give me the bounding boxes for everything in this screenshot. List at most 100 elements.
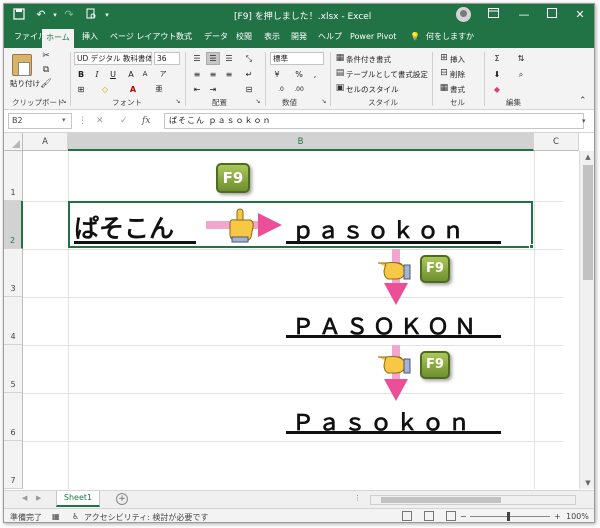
sheet-tab-sheet1[interactable]: Sheet1 — [56, 491, 100, 507]
align-bottom-icon[interactable]: ☰ — [222, 52, 236, 65]
print-preview-icon[interactable] — [84, 8, 98, 22]
zoom-slider[interactable] — [470, 516, 550, 517]
vertical-scroll-thumb[interactable] — [583, 165, 593, 280]
column-header-a[interactable]: A — [23, 133, 68, 151]
save-icon[interactable] — [12, 8, 26, 22]
zoom-level[interactable]: 100% — [566, 512, 589, 521]
currency-icon[interactable]: ¥ — [270, 68, 284, 81]
redo-icon[interactable]: ↷ — [62, 8, 76, 22]
cancel-entry-icon[interactable]: ✕ — [96, 114, 104, 128]
customize-qat-icon[interactable]: ▾ — [100, 8, 114, 22]
wrap-text-icon[interactable]: ↵ — [242, 68, 256, 81]
tab-data[interactable]: データ — [200, 30, 232, 48]
tab-developer[interactable]: 開発 — [287, 30, 311, 48]
decrease-decimal-icon[interactable]: .00 — [292, 83, 306, 96]
tab-insert[interactable]: 挿入 — [78, 30, 102, 48]
horizontal-scroll-thumb[interactable] — [381, 497, 501, 503]
font-launcher-icon[interactable]: ↘ — [172, 96, 184, 108]
tab-page-layout[interactable]: ページ レイアウト — [106, 30, 180, 48]
page-layout-view-icon[interactable] — [424, 511, 434, 521]
align-top-icon[interactable]: ☰ — [190, 52, 204, 65]
row-header-7[interactable]: 7 — [4, 441, 23, 489]
normal-view-icon[interactable] — [402, 511, 412, 521]
find-select-icon[interactable]: ⌕ — [514, 68, 528, 81]
zoom-in-icon[interactable]: + — [554, 512, 561, 521]
tab-help[interactable]: ヘルプ — [314, 30, 346, 48]
row-header-5[interactable]: 5 — [4, 345, 23, 393]
percent-button[interactable]: % — [292, 68, 306, 81]
close-icon[interactable]: ✕ — [572, 7, 588, 23]
scroll-up-icon[interactable]: ▲ — [580, 151, 594, 163]
undo-dropdown-icon[interactable]: ▾ — [48, 8, 62, 22]
align-right-icon[interactable]: ≡ — [222, 68, 236, 81]
font-size-box[interactable]: 36 — [154, 52, 180, 65]
vertical-scrollbar[interactable]: ▲ ▼ — [579, 151, 594, 489]
column-header-b[interactable]: B — [68, 133, 534, 151]
macro-record-icon[interactable]: ▦ — [52, 512, 60, 521]
ribbon-display-options-icon[interactable] — [485, 7, 501, 23]
cell-styles-button[interactable]: セルのスタイル — [346, 84, 399, 95]
tab-power-pivot[interactable]: Power Pivot — [346, 30, 400, 48]
undo-icon[interactable]: ↶ — [34, 8, 48, 22]
tab-view[interactable]: 表示 — [260, 30, 284, 48]
phonetic-guide-icon[interactable]: ア — [156, 68, 170, 81]
increase-decimal-icon[interactable]: .0 — [274, 83, 288, 96]
tab-formulas[interactable]: 数式 — [172, 30, 196, 48]
row-header-3[interactable]: 3 — [4, 249, 23, 297]
comma-button[interactable]: , — [308, 68, 322, 81]
maximize-icon[interactable] — [544, 7, 560, 23]
prev-sheet-icon[interactable]: ◀ — [22, 494, 27, 502]
row-header-2[interactable]: 2 — [4, 201, 23, 249]
alignment-launcher-icon[interactable]: ↘ — [252, 96, 264, 108]
copy-icon[interactable]: ⧉ — [40, 64, 52, 76]
align-left-icon[interactable]: ≡ — [190, 68, 204, 81]
insert-cells-button[interactable]: 挿入 — [450, 54, 465, 65]
delete-cells-button[interactable]: 削除 — [450, 69, 465, 80]
phonetic-settings-icon[interactable]: 亜 — [152, 83, 166, 96]
tab-split-handle-icon[interactable]: ⋮ — [354, 494, 361, 502]
zoom-slider-thumb[interactable] — [507, 512, 510, 521]
column-header-c[interactable]: C — [534, 133, 579, 151]
format-as-table-button[interactable]: テーブルとして書式設定 — [346, 69, 428, 80]
tell-me-search[interactable]: 何をしますか — [422, 30, 478, 48]
row-header-6[interactable]: 6 — [4, 393, 23, 441]
formula-bar-handle-icon[interactable]: ⋮ — [78, 114, 87, 128]
autosum-icon[interactable]: Σ — [490, 52, 504, 65]
align-center-icon[interactable]: ≡ — [206, 68, 220, 81]
minimize-icon[interactable]: — — [516, 7, 532, 23]
insert-function-icon[interactable]: fx — [142, 114, 150, 128]
user-avatar-icon[interactable] — [456, 7, 471, 22]
fill-icon[interactable]: ⬇ — [490, 68, 504, 81]
accessibility-status[interactable]: アクセシビリティ: 検討が必要です — [84, 512, 208, 522]
number-format-box[interactable]: 標準 — [270, 52, 324, 65]
add-sheet-icon[interactable]: + — [116, 493, 128, 505]
fill-color-icon[interactable]: ◇ — [98, 83, 112, 96]
tab-review[interactable]: 校閲 — [232, 30, 256, 48]
clear-icon[interactable]: ◆ — [490, 83, 504, 96]
increase-font-icon[interactable]: A — [124, 68, 138, 81]
format-cells-button[interactable]: 書式 — [450, 84, 465, 95]
paste-icon[interactable] — [12, 54, 32, 76]
conditional-format-button[interactable]: 条件付き書式 — [346, 54, 391, 65]
page-break-view-icon[interactable] — [446, 511, 456, 521]
merge-center-icon[interactable]: ⊟ — [242, 83, 256, 96]
orientation-icon[interactable]: ⤡ — [242, 52, 256, 65]
formula-input[interactable]: ぱそこん ｐａｓｏｋｏｎ — [164, 113, 584, 129]
expand-formula-bar-icon[interactable]: ▾ — [582, 114, 586, 128]
decrease-indent-icon[interactable]: ⇤ — [190, 83, 204, 96]
italic-button[interactable]: I — [90, 68, 104, 81]
name-box-dropdown-icon[interactable]: ▾ — [62, 113, 66, 127]
bold-button[interactable]: B — [74, 68, 88, 81]
row-header-4[interactable]: 4 — [4, 297, 23, 345]
font-name-box[interactable]: UD デジタル 教科書体 — [74, 52, 152, 65]
cut-icon[interactable]: ✂ — [40, 50, 52, 62]
increase-indent-icon[interactable]: ⇥ — [206, 83, 220, 96]
row-header-1[interactable]: 1 — [4, 151, 23, 201]
decrease-font-icon[interactable]: A — [138, 68, 152, 81]
select-all-button[interactable] — [4, 133, 23, 151]
fill-handle[interactable] — [529, 244, 534, 249]
zoom-out-icon[interactable]: − — [460, 512, 467, 521]
horizontal-scrollbar[interactable] — [370, 495, 576, 505]
align-middle-icon[interactable]: ☰ — [206, 52, 220, 65]
format-painter-icon[interactable]: 🖌 — [40, 78, 52, 90]
